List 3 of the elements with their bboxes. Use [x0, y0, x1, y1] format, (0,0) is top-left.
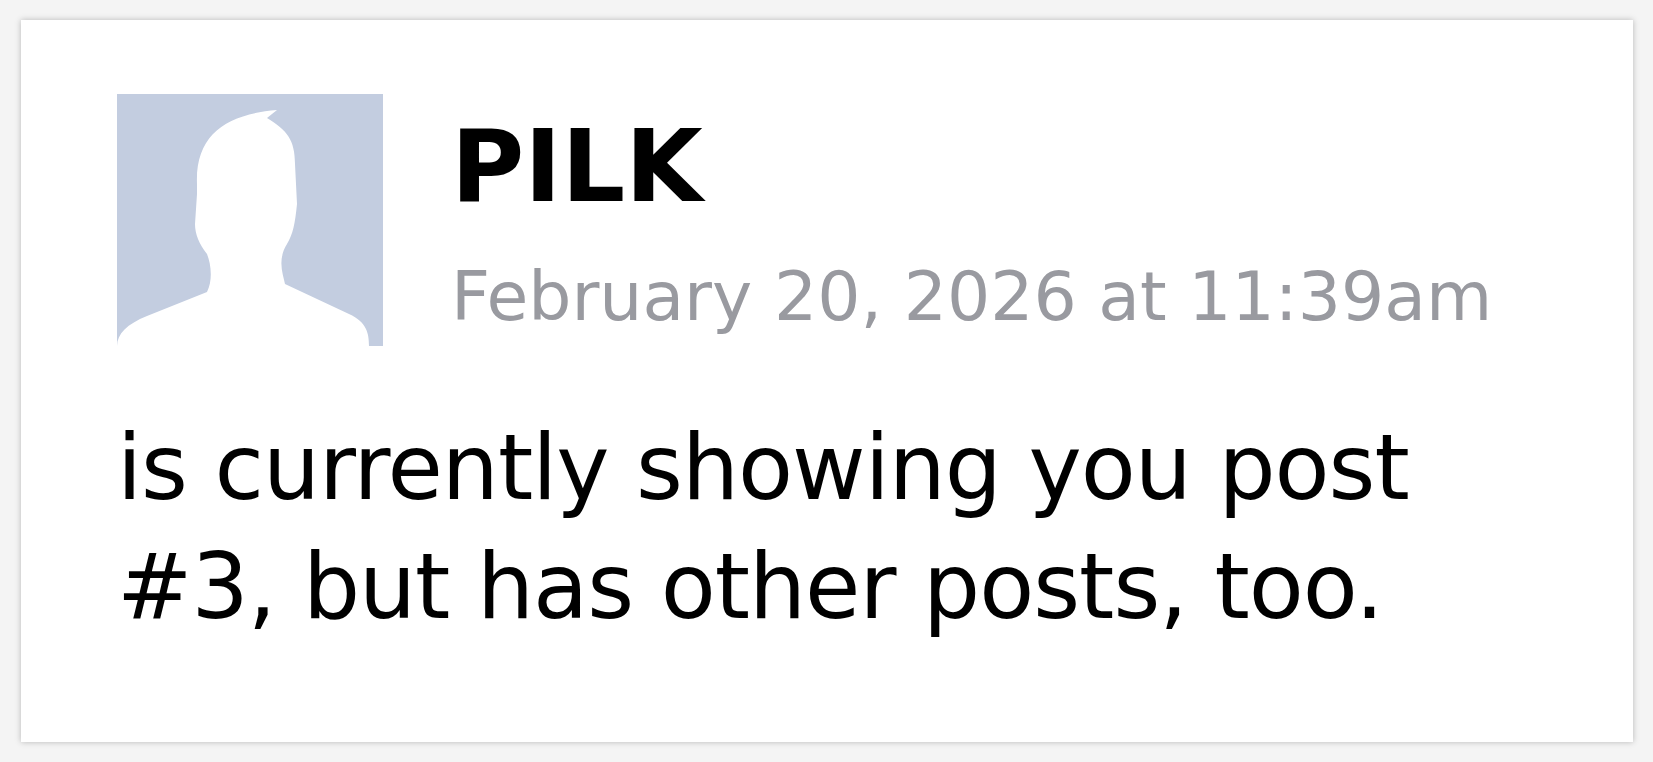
author-name: PILK: [451, 112, 1493, 222]
post-timestamp: February 20, 2026 at 11:39am: [451, 256, 1493, 338]
post-body: is currently showing you post #3, but has other posts, too.: [117, 414, 1410, 641]
